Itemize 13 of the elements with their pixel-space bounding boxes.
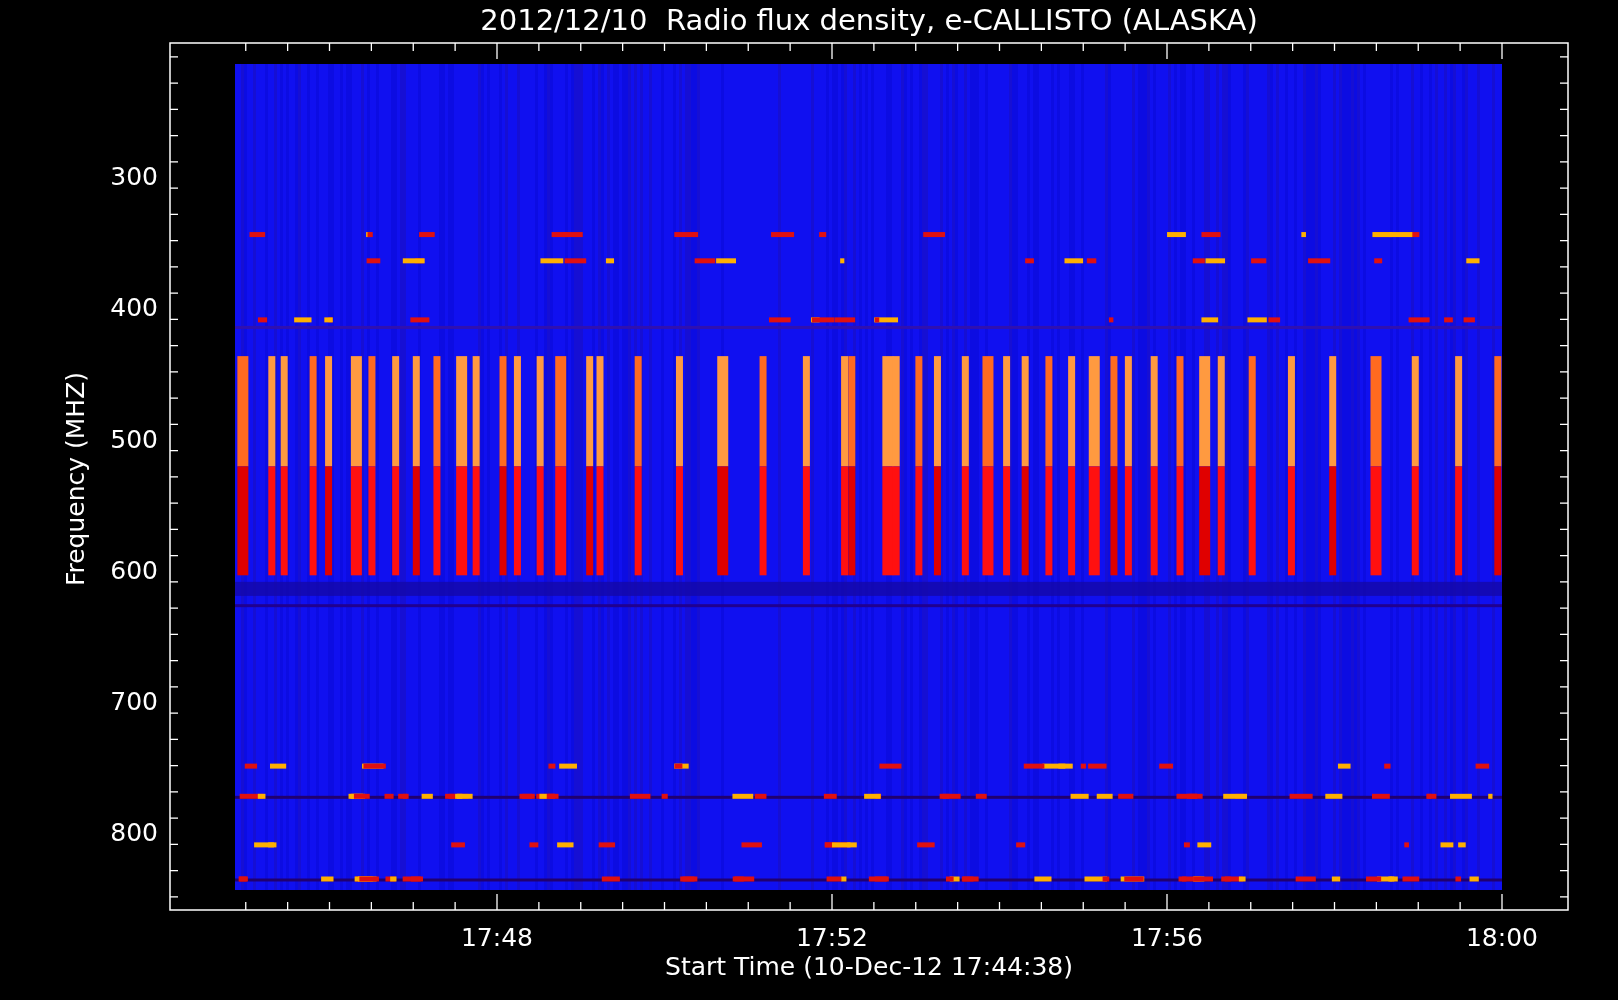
y-tick-label: 500	[110, 424, 158, 454]
x-tick-label: 18:00	[1466, 923, 1538, 952]
y-tick-label: 400	[110, 293, 158, 323]
x-axis-title: Start Time (10-Dec-12 17:44:38)	[665, 952, 1073, 981]
y-tick-label: 300	[110, 162, 158, 191]
x-tick-label: 17:52	[796, 923, 868, 952]
y-axis-title: Frequency (MHZ)	[61, 371, 90, 587]
x-tick-label: 17:56	[1131, 923, 1203, 952]
y-tick-label: 600	[110, 555, 158, 585]
plot-title: 2012/12/10 Radio flux density, e-CALLISTO (ALASKA)	[480, 3, 1258, 37]
x-tick-label: 17:48	[461, 923, 533, 952]
y-tick-label: 800	[110, 818, 158, 848]
y-tick-label: 700	[110, 687, 158, 716]
